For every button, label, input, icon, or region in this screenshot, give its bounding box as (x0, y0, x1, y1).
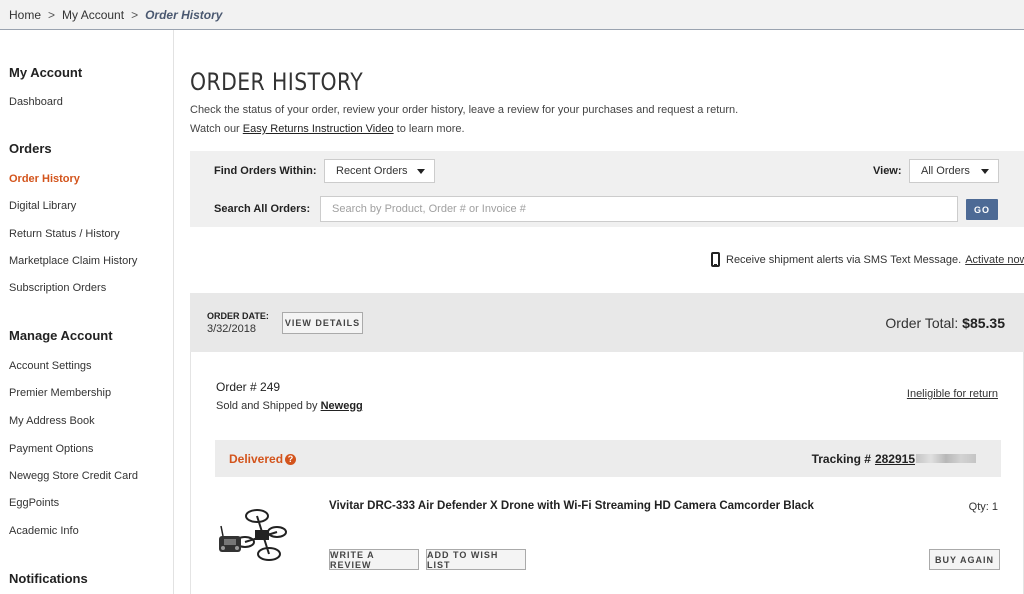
intro-suffix: to learn more. (393, 123, 465, 135)
intro-video-text: Watch our Easy Returns Instruction Video… (190, 123, 465, 135)
sidebar-item-marketplace-claim[interactable]: Marketplace Claim History (9, 255, 137, 267)
tracking-label: Tracking # (811, 452, 871, 466)
phone-icon (711, 252, 720, 267)
sidebar-heading-my-account: My Account (9, 65, 83, 80)
page-title: ORDER HISTORY (190, 68, 364, 96)
sidebar-heading-manage-account: Manage Account (9, 328, 113, 343)
product-quantity: Qty: 1 (968, 501, 998, 513)
order-date-label: ORDER DATE: (207, 311, 269, 321)
caret-down-icon (417, 169, 425, 174)
view-label: View: (873, 165, 902, 177)
find-orders-dropdown[interactable]: Recent Orders (324, 159, 435, 183)
order-card: Order # 249 Sold and Shipped by Newegg I… (190, 352, 1024, 594)
go-button[interactable]: GO (966, 199, 998, 220)
sidebar-item-account-settings[interactable]: Account Settings (9, 360, 92, 372)
sidebar-item-digital-library[interactable]: Digital Library (9, 200, 76, 212)
order-filter-panel: Find Orders Within: Recent Orders View: … (190, 151, 1024, 227)
breadcrumb: Home > My Account > Order History (0, 0, 1024, 30)
delivery-status: Delivered ? (229, 452, 297, 466)
view-details-button[interactable]: VIEW DETAILS (282, 312, 363, 334)
caret-down-icon (981, 169, 989, 174)
order-number: Order # 249 (216, 380, 281, 394)
sms-text: Receive shipment alerts via SMS Text Mes… (726, 253, 962, 266)
write-review-button[interactable]: WRITE A REVIEW (329, 549, 419, 570)
breadcrumb-separator: > (131, 7, 139, 22)
view-dropdown[interactable]: All Orders (909, 159, 999, 183)
sidebar-item-dashboard[interactable]: Dashboard (9, 96, 63, 108)
sidebar-item-eggpoints[interactable]: EggPoints (9, 497, 59, 509)
search-orders-input[interactable] (320, 196, 958, 222)
return-eligibility-link[interactable]: Ineligible for return (907, 388, 998, 400)
buy-again-button[interactable]: BUY AGAIN (929, 549, 1000, 570)
redacted-tracking-digits (916, 454, 976, 463)
sidebar: My Account Dashboard Orders Order Histor… (0, 30, 174, 594)
sidebar-item-store-credit-card[interactable]: Newegg Store Credit Card (9, 470, 138, 482)
breadcrumb-my-account[interactable]: My Account (62, 8, 124, 22)
product-name-link[interactable]: Vivitar DRC-333 Air Defender X Drone wit… (329, 500, 814, 512)
breadcrumb-home[interactable]: Home (9, 8, 41, 22)
tracking-number-link[interactable]: 282915 (875, 452, 976, 466)
breadcrumb-current: Order History (145, 7, 223, 22)
tracking-info: Tracking # 282915 (812, 452, 976, 466)
sidebar-item-academic-info[interactable]: Academic Info (9, 525, 79, 537)
order-total: Order Total: $85.35 (885, 315, 1005, 331)
sold-by: Sold and Shipped by Newegg (216, 400, 363, 412)
order-total-value: $85.35 (962, 315, 1005, 331)
returns-video-link[interactable]: Easy Returns Instruction Video (243, 123, 394, 135)
sidebar-item-return-status[interactable]: Return Status / History (9, 228, 120, 240)
sidebar-item-address-book[interactable]: My Address Book (9, 415, 95, 427)
sidebar-item-subscription-orders[interactable]: Subscription Orders (9, 282, 106, 294)
shipment-status-bar: Delivered ? Tracking # 282915 (215, 440, 1001, 477)
main-content: ORDER HISTORY Check the status of your o… (190, 30, 1024, 594)
seller-link[interactable]: Newegg (321, 400, 363, 412)
sidebar-item-order-history[interactable]: Order History (9, 173, 80, 185)
sidebar-item-payment-options[interactable]: Payment Options (9, 443, 93, 455)
activate-sms-link[interactable]: Activate now (965, 254, 1024, 266)
add-to-wish-list-button[interactable]: ADD TO WISH LIST (426, 549, 526, 570)
drone-image[interactable] (215, 502, 287, 566)
question-circle-icon[interactable]: ? (285, 453, 297, 465)
tracking-number: 282915 (874, 452, 915, 466)
sidebar-heading-notifications: Notifications (9, 571, 88, 586)
order-date: 3/32/2018 (207, 323, 256, 335)
intro-text: Check the status of your order, review y… (190, 104, 739, 116)
intro-prefix: Watch our (190, 123, 243, 135)
order-total-label: Order Total: (885, 315, 959, 331)
breadcrumb-separator: > (48, 7, 56, 22)
view-value: All Orders (921, 165, 970, 177)
find-orders-value: Recent Orders (336, 165, 408, 177)
find-orders-label: Find Orders Within: (214, 165, 317, 177)
delivery-status-text: Delivered (229, 452, 284, 466)
order-header: ORDER DATE: 3/32/2018 VIEW DETAILS Order… (190, 293, 1024, 352)
sidebar-heading-orders: Orders (9, 141, 52, 156)
sms-alert: Receive shipment alerts via SMS Text Mes… (711, 252, 1024, 267)
sidebar-item-premier-membership[interactable]: Premier Membership (9, 387, 111, 399)
sold-by-prefix: Sold and Shipped by (216, 400, 321, 412)
search-orders-label: Search All Orders: (214, 203, 311, 215)
